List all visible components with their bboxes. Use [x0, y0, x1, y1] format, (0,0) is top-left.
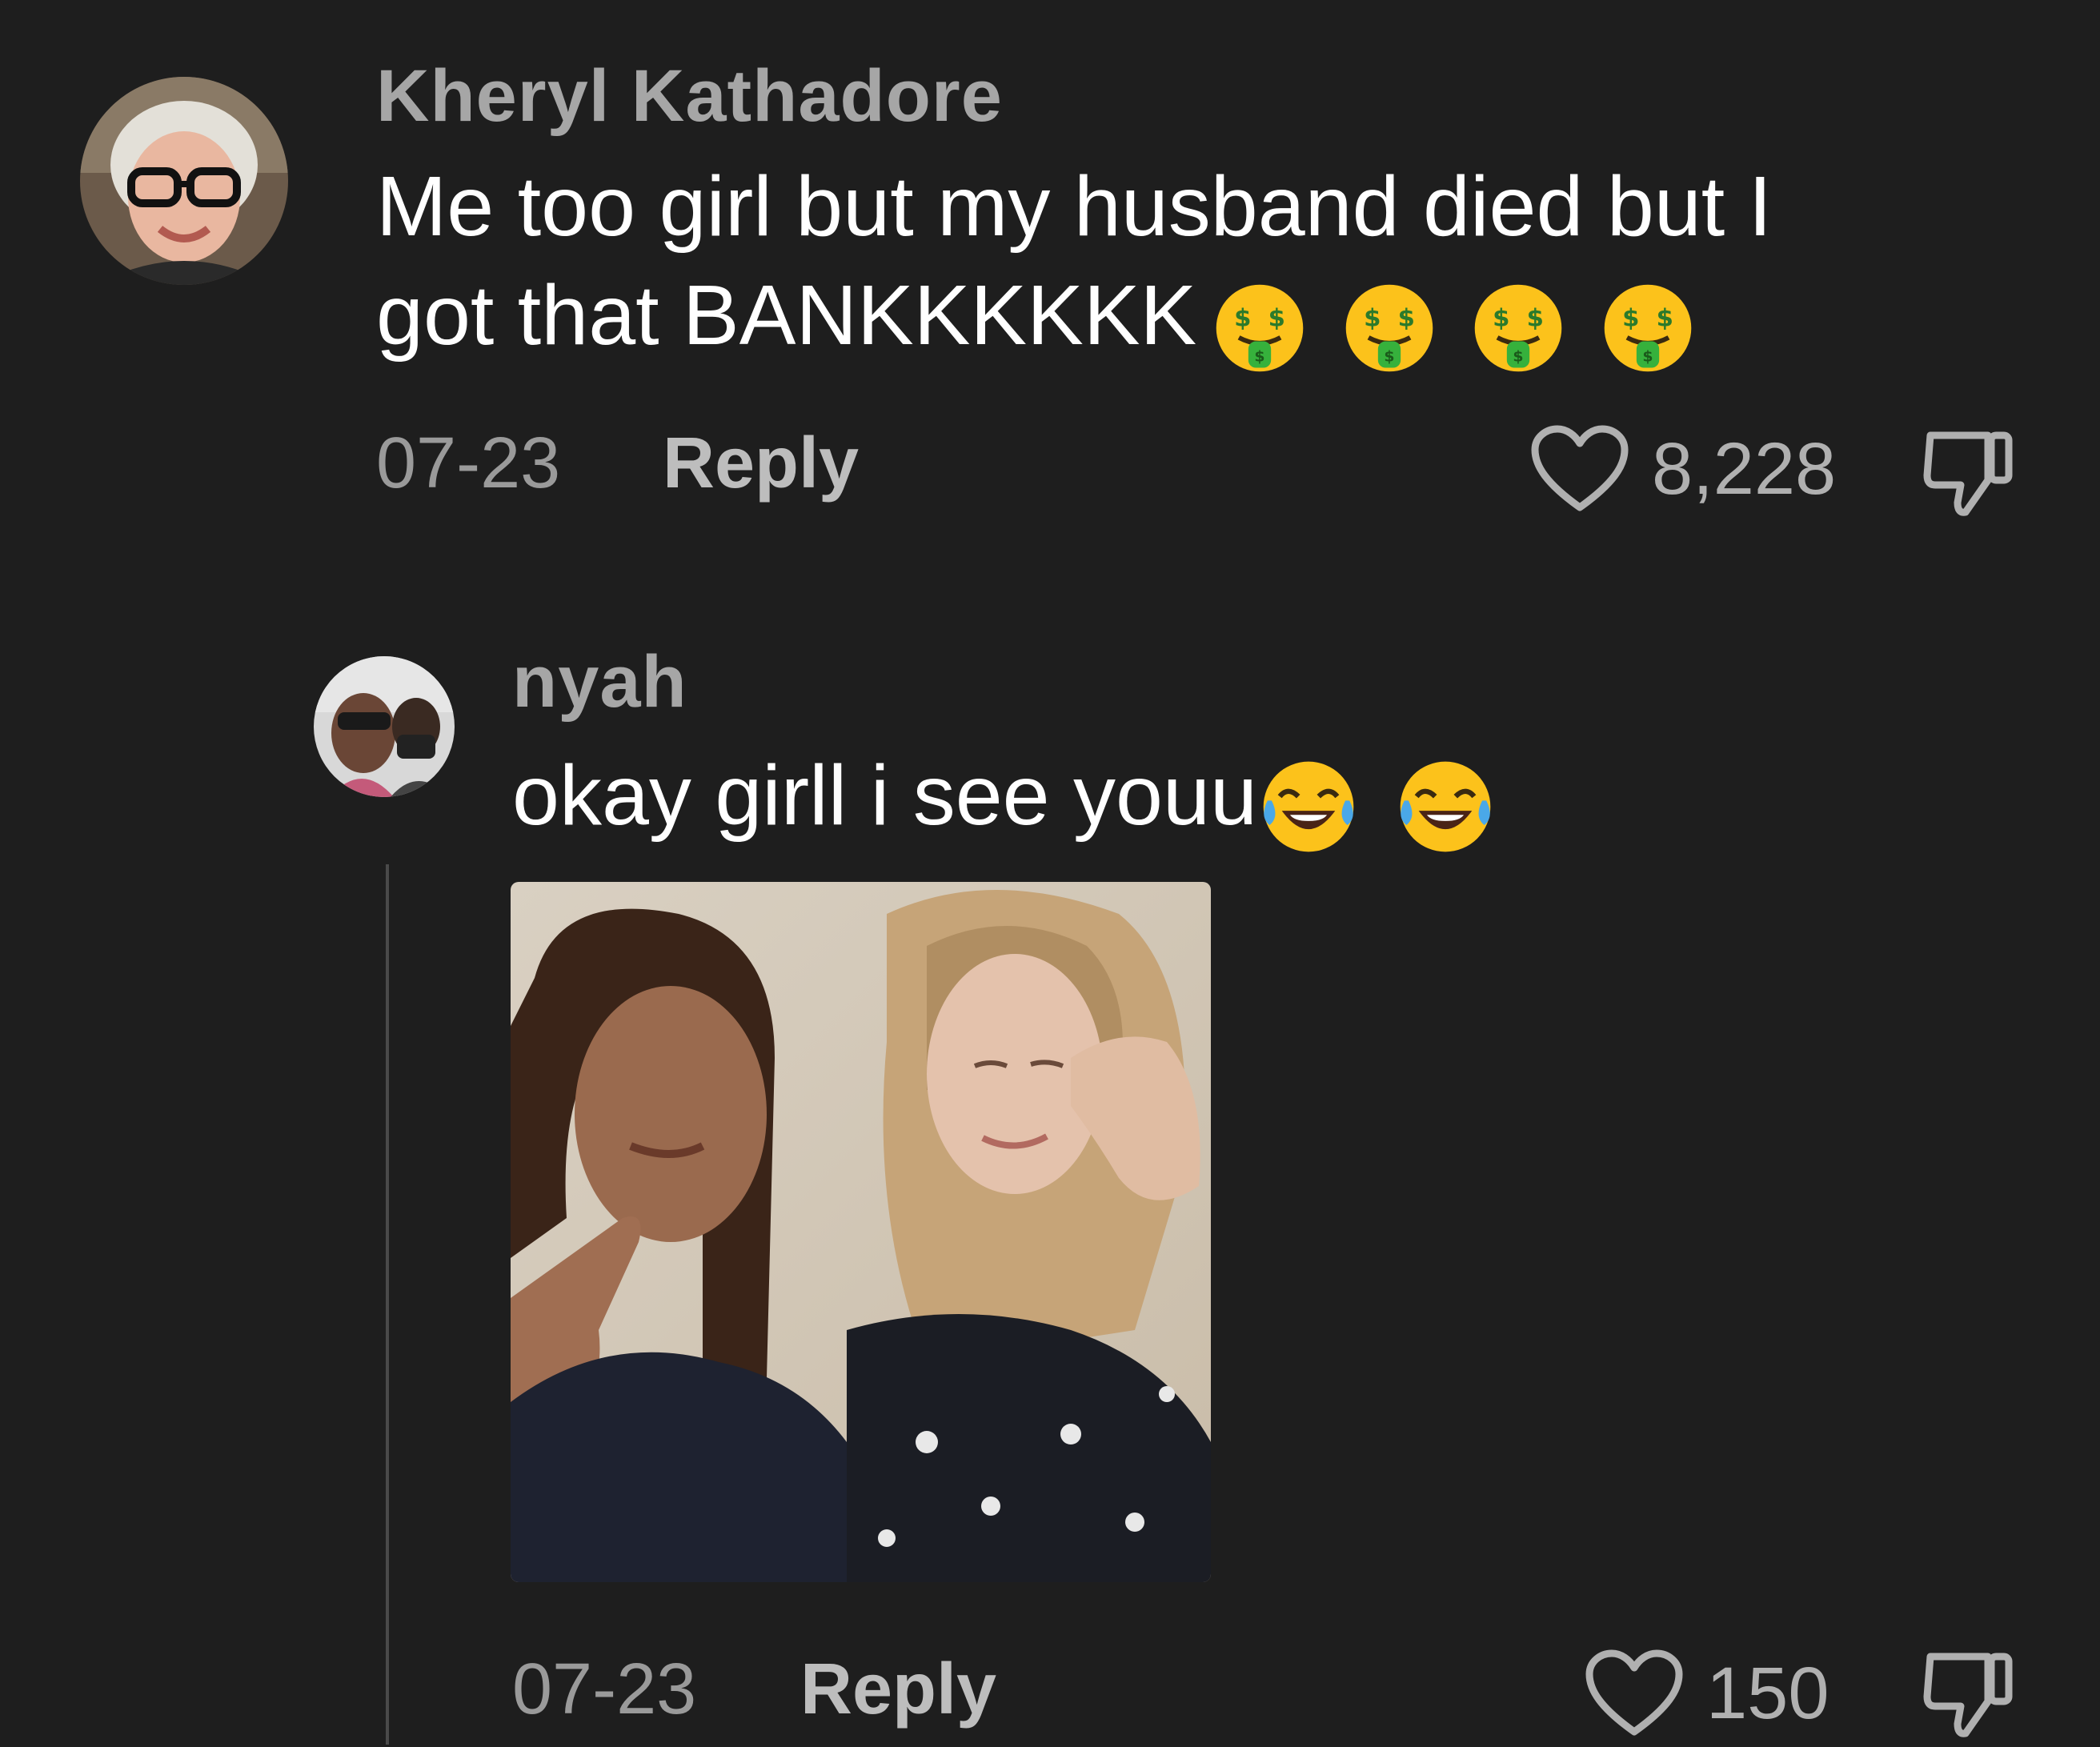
- reply-button[interactable]: Reply: [800, 1649, 996, 1731]
- face-with-tears-of-joy-icon: [1263, 761, 1354, 852]
- money-mouth-face-icon: $ $ $: [1216, 284, 1304, 372]
- comment-text-line-1: Me too girl but my husband died but I: [376, 159, 1773, 254]
- comment-text: Me too girl but my husband died but I go…: [376, 152, 1772, 376]
- avatar-image: [80, 77, 288, 285]
- svg-text:$: $: [1513, 347, 1524, 365]
- comment-username[interactable]: Kheryl Kathadore: [376, 54, 1003, 138]
- avatar[interactable]: [80, 77, 288, 285]
- svg-text:$: $: [1527, 305, 1544, 333]
- photo-image: [511, 882, 1211, 1582]
- reply-username[interactable]: nyah: [512, 640, 687, 724]
- svg-text:$: $: [1255, 347, 1265, 365]
- svg-text:$: $: [1656, 305, 1673, 333]
- like-count: 8,228: [1652, 427, 1837, 510]
- svg-text:$: $: [1622, 305, 1639, 333]
- like-button[interactable]: 150: [1585, 1649, 1829, 1738]
- dislike-button[interactable]: [1919, 424, 2018, 526]
- svg-text:$: $: [1268, 305, 1285, 333]
- face-with-tears-of-joy-icon: [1401, 761, 1491, 852]
- thumbs-down-icon: [1923, 1653, 2013, 1737]
- svg-text:$: $: [1234, 305, 1251, 333]
- svg-text:$: $: [1642, 347, 1653, 365]
- svg-text:$: $: [1493, 305, 1509, 333]
- reply-text: okay girll i see youu: [512, 748, 1257, 843]
- reply-button[interactable]: Reply: [663, 423, 859, 505]
- reply-text-container: okay girll i see youu: [512, 741, 1508, 858]
- svg-text:$: $: [1364, 305, 1381, 333]
- svg-text:$: $: [1384, 347, 1394, 365]
- comment: Kheryl Kathadore Me too girl but my husb…: [0, 0, 2100, 560]
- emoji-group: [1257, 746, 1508, 858]
- svg-text:$: $: [1397, 305, 1414, 333]
- reply-photo[interactable]: [511, 882, 1211, 1582]
- comment-text-line-2: got that BANKKKKKK: [376, 268, 1197, 363]
- emoji-group: $ $ $ $ $ $ $ $ $ $ $ $: [1212, 267, 1705, 376]
- heart-icon: [1531, 425, 1629, 511]
- comment-text-line-2-container: got that BANKKKKKK $ $ $ $ $ $ $ $ $ $ $…: [376, 261, 1772, 376]
- heart-icon: [1585, 1649, 1683, 1736]
- avatar[interactable]: [314, 656, 455, 797]
- money-mouth-face-icon: $ $ $: [1604, 284, 1691, 372]
- like-button[interactable]: 8,228: [1530, 424, 1836, 514]
- comment-date: 07-23: [376, 423, 561, 503]
- avatar-image: [314, 656, 455, 797]
- money-mouth-face-icon: $ $ $: [1345, 284, 1433, 372]
- dislike-button[interactable]: [1919, 1645, 2018, 1747]
- like-count: 150: [1706, 1652, 1829, 1734]
- reply-date: 07-23: [512, 1649, 697, 1729]
- money-mouth-face-icon: $ $ $: [1474, 284, 1562, 372]
- thumbs-down-icon: [1923, 431, 2013, 516]
